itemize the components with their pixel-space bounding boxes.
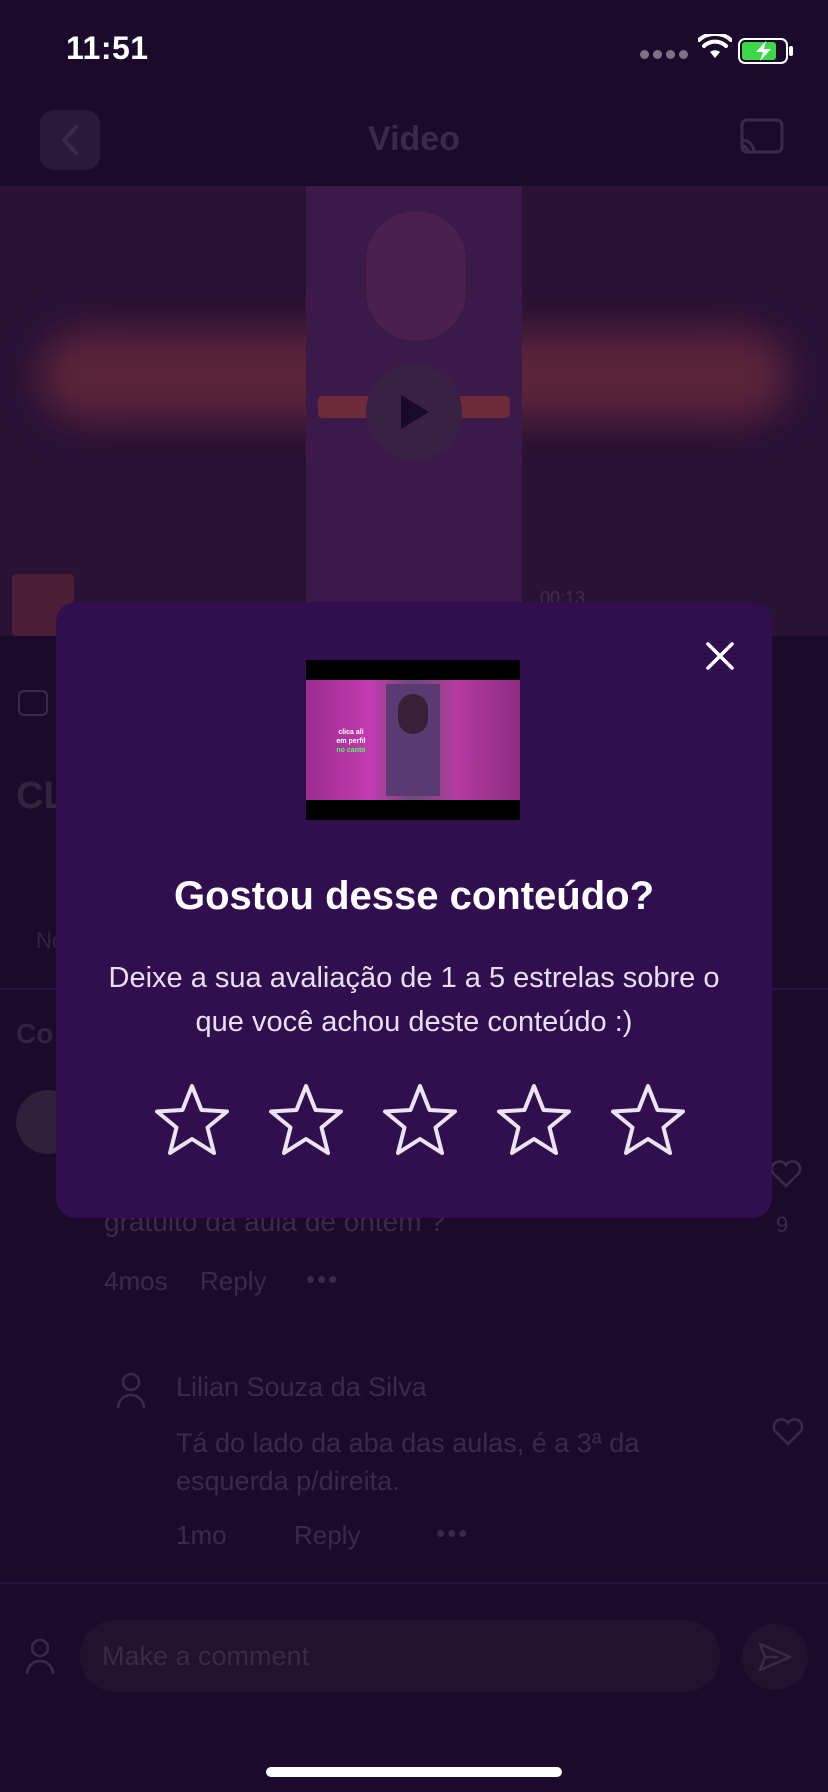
thumbnail-caption: clica ali em perfil no canto	[326, 728, 376, 755]
close-icon[interactable]	[702, 638, 738, 674]
rating-modal: clica ali em perfil no canto Gostou dess…	[56, 602, 772, 1218]
star-icon-1[interactable]	[150, 1080, 234, 1164]
comment-text: Tá do lado da aba das aulas, é a 3ª da e…	[176, 1428, 640, 1496]
youtube-icon	[18, 690, 48, 716]
user-icon	[116, 1372, 146, 1409]
star-icon-2[interactable]	[264, 1080, 348, 1164]
heart-icon[interactable]	[770, 1160, 802, 1188]
comment-input[interactable]	[80, 1620, 720, 1692]
video-person	[366, 211, 466, 341]
modal-description: Deixe a sua avaliação de 1 a 5 estrelas …	[108, 962, 720, 1038]
thumbnail-person	[398, 694, 428, 734]
star-icon-5[interactable]	[606, 1080, 690, 1164]
content-thumbnail: clica ali em perfil no canto	[306, 660, 520, 820]
comment-author: Lilian Souza da Silva	[176, 1372, 427, 1402]
star-icon-4[interactable]	[492, 1080, 576, 1164]
send-button[interactable]	[742, 1624, 808, 1690]
status-bar: 11:51	[0, 0, 828, 100]
cast-icon[interactable]	[740, 118, 784, 158]
more-options-button[interactable]: •••	[306, 1264, 339, 1295]
video-player[interactable]: 00:13	[0, 186, 828, 636]
cellular-signal-icon	[640, 50, 688, 59]
more-options-button[interactable]: •••	[436, 1518, 469, 1549]
modal-title: Gostou desse conteúdo?	[173, 874, 655, 918]
thumbnail-caption-line: no canto	[336, 747, 366, 754]
star-icon-3[interactable]	[378, 1080, 462, 1164]
comment-age: 1mo	[176, 1520, 227, 1550]
like-count: 9	[776, 1212, 789, 1237]
thumbnail-caption-line: clica ali	[338, 729, 364, 736]
comment-age: 4mos	[104, 1266, 168, 1296]
play-button[interactable]	[366, 364, 462, 460]
reply-button[interactable]: Reply	[294, 1520, 360, 1551]
heart-icon[interactable]	[772, 1418, 804, 1446]
page-title: Video	[368, 120, 460, 158]
play-icon	[401, 395, 429, 429]
user-icon	[25, 1638, 55, 1675]
status-time: 11:51	[66, 30, 149, 66]
comments-heading: Co	[16, 1018, 54, 1049]
home-indicator[interactable]	[266, 1767, 562, 1777]
battery-charging-icon	[738, 38, 793, 64]
send-icon	[758, 1642, 792, 1672]
thumbnail-caption-line: em perfil	[336, 738, 366, 745]
reply-button[interactable]: Reply	[200, 1266, 266, 1297]
divider	[0, 1582, 828, 1584]
star-rating	[150, 1080, 690, 1164]
wifi-icon	[698, 34, 732, 58]
